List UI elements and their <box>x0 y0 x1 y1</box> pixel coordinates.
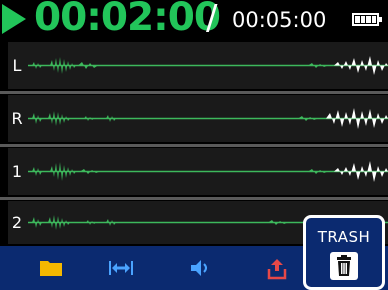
track-label: L <box>12 56 22 75</box>
track-divider <box>0 197 388 200</box>
speaker-icon[interactable] <box>189 258 213 278</box>
time-separator: / <box>206 0 218 38</box>
track-divider <box>0 144 388 147</box>
track-label: R <box>11 109 23 128</box>
waveform-l <box>28 56 388 75</box>
trash-icon <box>330 252 358 280</box>
track-1[interactable]: 1 <box>8 148 388 195</box>
trash-label: TRASH <box>317 228 371 246</box>
track-l[interactable]: L <box>8 42 388 89</box>
battery-icon <box>352 13 379 26</box>
trash-button[interactable]: TRASH <box>303 215 385 290</box>
track-divider <box>0 91 388 94</box>
status-header: 00:02:00 / 00:05:00 <box>0 0 388 40</box>
current-time: 00:02:00 <box>34 0 221 40</box>
export-icon[interactable] <box>266 258 288 280</box>
track-r[interactable]: R <box>8 95 388 142</box>
battery-tip <box>379 17 382 22</box>
track-label: 2 <box>11 213 23 232</box>
waveform-r <box>28 108 388 129</box>
folder-icon[interactable] <box>39 258 63 278</box>
trim-icon[interactable] <box>107 258 135 278</box>
total-time: 00:05:00 <box>232 8 327 32</box>
track-label: 1 <box>11 162 23 181</box>
waveform-1 <box>28 161 388 182</box>
play-icon[interactable] <box>2 4 26 34</box>
